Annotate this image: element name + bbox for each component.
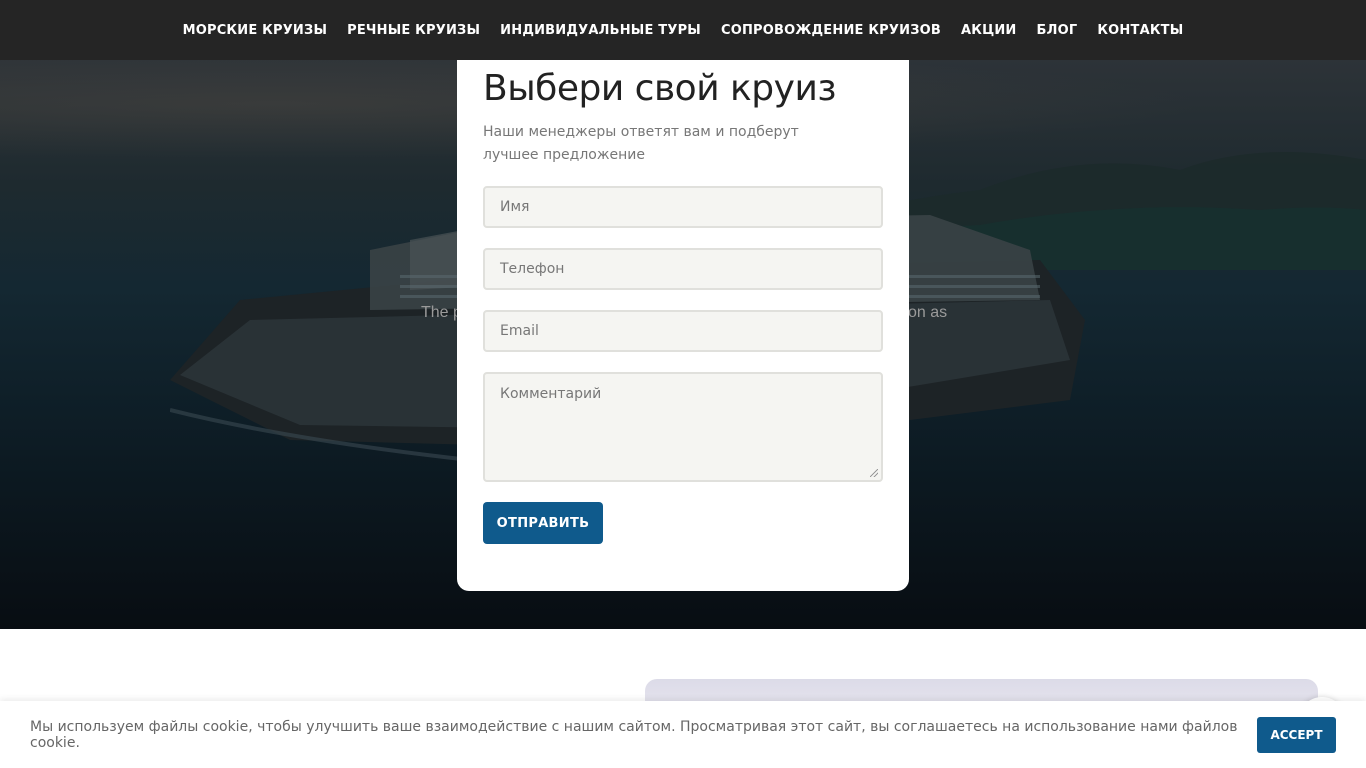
- nav-item-contacts[interactable]: КОНТАКТЫ: [1097, 23, 1183, 38]
- form-subtitle: Наши менеджеры ответят вам и подберут лу…: [483, 124, 799, 163]
- cookie-banner: Мы используем файлы cookie, чтобы улучши…: [0, 701, 1366, 768]
- nav-item-river-cruises[interactable]: РЕЧНЫЕ КРУИЗЫ: [347, 23, 480, 38]
- name-input[interactable]: Имя: [483, 186, 883, 228]
- resize-handle-icon[interactable]: [870, 469, 878, 477]
- comment-textarea[interactable]: Комментарий: [483, 372, 883, 482]
- hero-text-left: The p: [421, 304, 462, 321]
- nav-item-cruise-escort[interactable]: СОПРОВОЖДЕНИЕ КРУИЗОВ: [721, 23, 941, 38]
- cookie-accept-button[interactable]: ACCEPT: [1257, 716, 1336, 753]
- comment-placeholder: Комментарий: [500, 386, 602, 402]
- hero-text-right: on as: [908, 304, 948, 321]
- email-input[interactable]: Email: [483, 310, 883, 352]
- phone-input[interactable]: Телефон: [483, 248, 883, 290]
- nav-item-individual-tours[interactable]: ИНДИВИДУАЛЬНЫЕ ТУРЫ: [500, 23, 701, 38]
- nav-item-promotions[interactable]: АКЦИИ: [961, 23, 1017, 38]
- submit-button[interactable]: ОТПРАВИТЬ: [483, 502, 603, 544]
- nav-item-blog[interactable]: БЛОГ: [1037, 23, 1078, 38]
- cruise-request-form: Выбери свой круиз Наши менеджеры ответят…: [457, 52, 909, 591]
- cookie-message: Мы используем файлы cookie, чтобы улучши…: [30, 718, 1238, 751]
- main-navigation: МОРСКИЕ КРУИЗЫ РЕЧНЫЕ КРУИЗЫ ИНДИВИДУАЛЬ…: [0, 0, 1366, 60]
- form-title: Выбери свой круиз: [483, 68, 836, 109]
- nav-item-sea-cruises[interactable]: МОРСКИЕ КРУИЗЫ: [183, 23, 328, 38]
